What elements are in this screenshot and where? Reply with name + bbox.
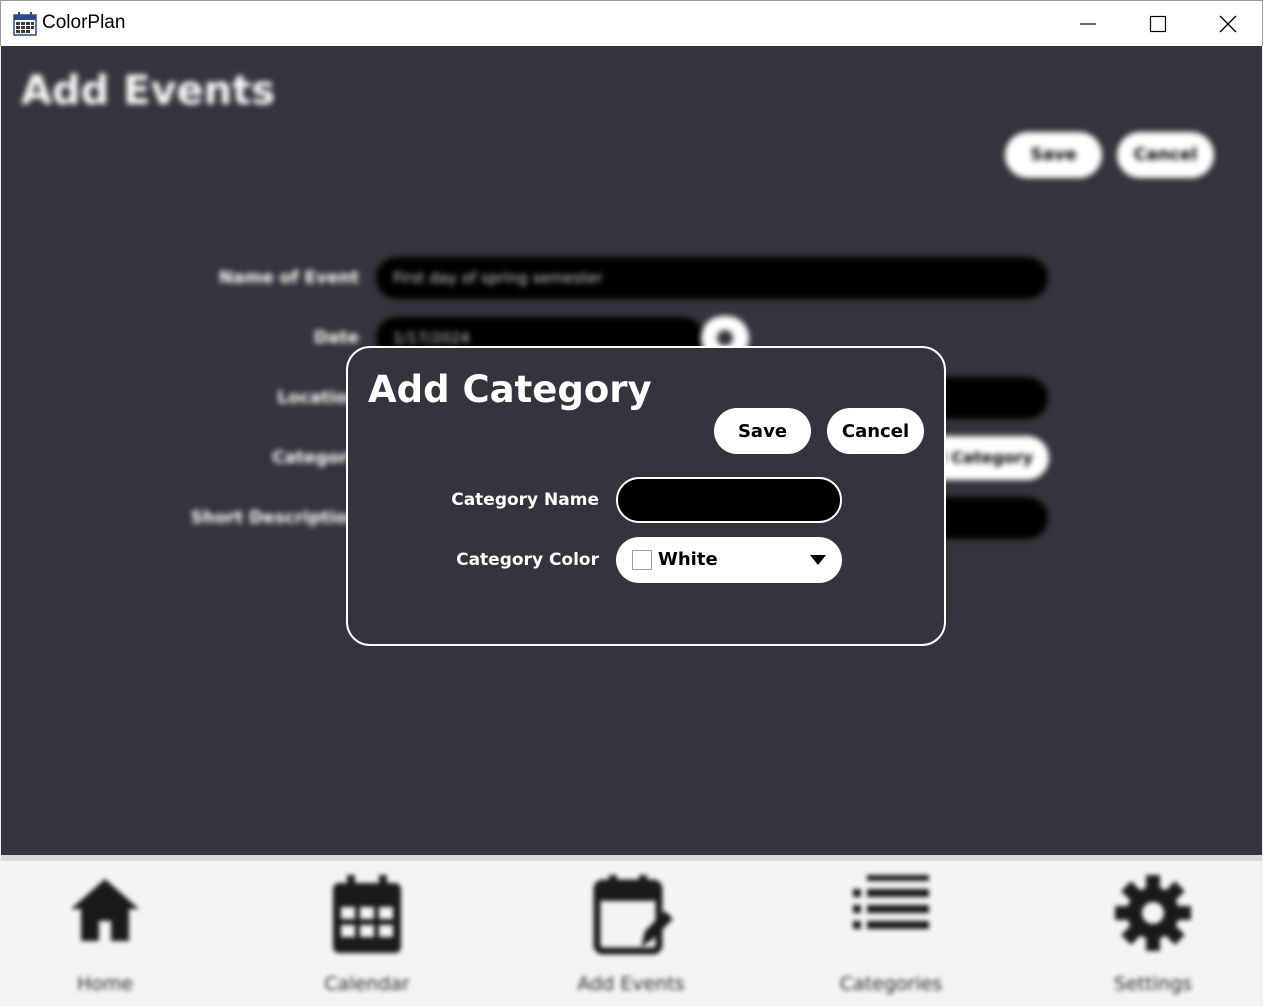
nav-item-categories[interactable]: Categories: [791, 861, 991, 1006]
page-title: Add Events: [21, 68, 276, 114]
calendar-picker-icon: [717, 330, 733, 346]
calendar-icon: [333, 875, 401, 953]
color-swatch: [632, 550, 652, 570]
gear-icon: [1115, 875, 1191, 951]
nav-item-add-events[interactable]: Add Events: [531, 861, 731, 1006]
chevron-down-icon: [810, 555, 826, 565]
event-name-label: Name of Event: [218, 268, 359, 288]
minimize-icon: [1080, 23, 1096, 25]
nav-label-categories: Categories: [839, 973, 943, 995]
close-icon: [1219, 15, 1237, 33]
event-location-label: Location: [277, 388, 359, 408]
nav-label-add-events: Add Events: [577, 973, 685, 995]
close-button[interactable]: [1193, 1, 1263, 47]
nav-label-home: Home: [76, 973, 134, 995]
add-category-dialog: Add Category Save Cancel Category Name C…: [346, 346, 946, 646]
nav-item-home[interactable]: Home: [5, 861, 205, 1006]
category-color-select[interactable]: White: [616, 537, 842, 583]
page-cancel-button[interactable]: Cancel: [1117, 132, 1214, 178]
nav-label-calendar: Calendar: [324, 973, 410, 995]
category-name-input[interactable]: [616, 477, 842, 523]
page-save-button[interactable]: Save: [1005, 132, 1102, 178]
list-icon: [853, 875, 929, 929]
minimize-button[interactable]: [1053, 1, 1123, 47]
maximize-button[interactable]: [1123, 1, 1193, 47]
window-title: ColorPlan: [42, 12, 126, 33]
nav-item-settings[interactable]: Settings: [1053, 861, 1253, 1006]
dialog-title: Add Category: [368, 368, 652, 411]
event-description-label: Short Description: [190, 508, 359, 528]
calendar-edit-icon: [593, 875, 673, 955]
dialog-save-button[interactable]: Save: [714, 408, 811, 454]
maximize-icon: [1149, 15, 1167, 33]
calendar-app-icon: [13, 12, 37, 36]
category-name-label: Category Name: [451, 490, 599, 510]
window-titlebar: ColorPlan: [0, 0, 1263, 46]
nav-label-settings: Settings: [1114, 973, 1192, 995]
dialog-cancel-button[interactable]: Cancel: [827, 408, 924, 454]
nav-item-calendar[interactable]: Calendar: [267, 861, 467, 1006]
home-icon: [71, 879, 139, 941]
bottom-nav: Home Calendar Add Events Categories Sett…: [1, 855, 1262, 1006]
category-color-label: Category Color: [456, 550, 599, 570]
event-date-label: Date: [313, 328, 359, 348]
event-name-field[interactable]: First day of spring semester: [375, 256, 1049, 300]
category-color-value: White: [658, 549, 718, 570]
event-category-label: Category: [272, 448, 359, 468]
